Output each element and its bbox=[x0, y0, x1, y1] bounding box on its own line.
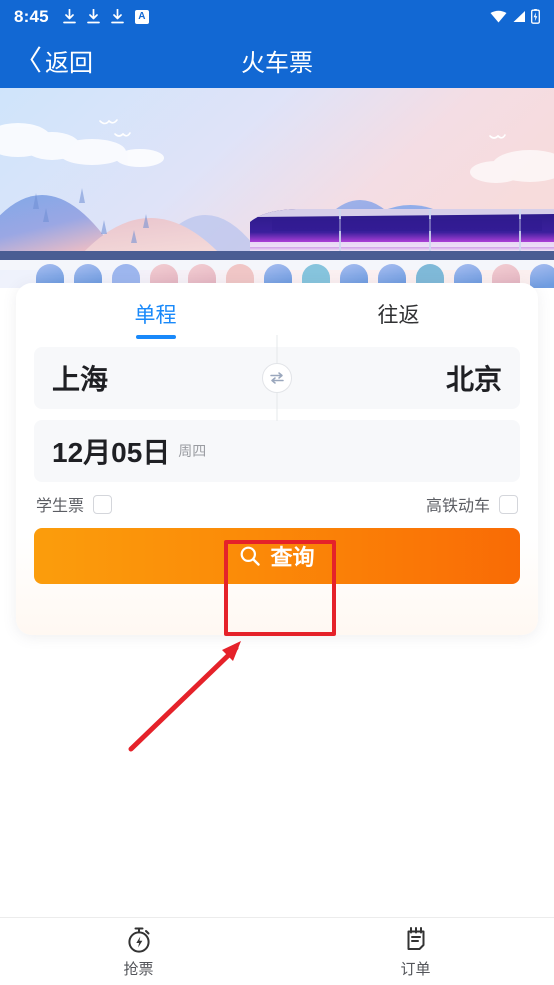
swap-horizontal-icon bbox=[270, 372, 284, 384]
a-badge-icon: A bbox=[134, 9, 149, 24]
download-icon bbox=[62, 9, 76, 24]
train-ticket-screen: 8:45 A 〈 返回 火车票 单程 往返 上海 北京 12月05日 周四 学生… bbox=[0, 0, 554, 985]
search-button-label: 查询 bbox=[270, 545, 315, 570]
clipboard-icon bbox=[407, 926, 424, 950]
search-button[interactable]: 查询 bbox=[34, 528, 520, 584]
bottom-nav-item-orders[interactable]: 订单 bbox=[277, 925, 554, 979]
back-button[interactable]: 〈 返回 bbox=[14, 43, 93, 78]
departure-weekday: 周四 bbox=[178, 443, 207, 459]
student-ticket-checkbox[interactable] bbox=[93, 494, 113, 514]
bottom-navigation: 抢票 订单 bbox=[0, 917, 554, 985]
bottom-nav-label-grab-ticket: 抢票 bbox=[123, 960, 154, 978]
tab-round-trip[interactable]: 往返 bbox=[277, 283, 520, 345]
tab-round-trip-label: 往返 bbox=[377, 304, 420, 327]
hero-illustration bbox=[0, 88, 554, 288]
swap-cities-button[interactable] bbox=[262, 363, 292, 393]
tab-one-way-label: 单程 bbox=[134, 304, 177, 327]
departure-date: 12月05日 bbox=[52, 437, 171, 468]
date-picker-row[interactable]: 12月05日 周四 bbox=[34, 420, 520, 482]
wifi-icon bbox=[490, 10, 507, 23]
download-icon bbox=[110, 9, 124, 24]
bottom-nav-item-grab-ticket[interactable]: 抢票 bbox=[0, 925, 277, 979]
departure-city[interactable]: 上海 bbox=[52, 358, 108, 398]
stopwatch-bolt-icon bbox=[127, 927, 150, 953]
ticket-options-row: 学生票 高铁动车 bbox=[34, 482, 520, 526]
search-icon bbox=[241, 546, 261, 566]
arrival-city[interactable]: 北京 bbox=[446, 358, 502, 398]
chevron-left-icon: 〈 bbox=[14, 44, 43, 76]
cellular-signal-icon bbox=[513, 11, 525, 22]
status-left-icons: A bbox=[62, 9, 149, 24]
status-bar: 8:45 A bbox=[0, 0, 554, 33]
high-speed-train-icon bbox=[250, 209, 554, 251]
hero-banner bbox=[0, 88, 554, 288]
nav-bar: 〈 返回 火车票 bbox=[0, 33, 554, 88]
download-icon bbox=[86, 9, 100, 24]
tab-one-way[interactable]: 单程 bbox=[34, 283, 277, 345]
route-row: 上海 北京 bbox=[34, 335, 520, 421]
student-ticket-label: 学生票 bbox=[36, 498, 85, 515]
back-button-label: 返回 bbox=[45, 50, 94, 77]
battery-charging-icon bbox=[531, 9, 540, 24]
status-time: 8:45 bbox=[14, 6, 49, 26]
high-speed-rail-option[interactable]: 高铁动车 bbox=[426, 492, 518, 516]
student-ticket-option[interactable]: 学生票 bbox=[36, 492, 113, 516]
ticket-search-card: 单程 往返 上海 北京 12月05日 周四 学生票 高铁动车 查询 bbox=[16, 283, 538, 635]
high-speed-rail-checkbox[interactable] bbox=[499, 494, 518, 514]
status-right-icons bbox=[490, 9, 540, 24]
high-speed-rail-label: 高铁动车 bbox=[425, 498, 490, 515]
bottom-nav-label-orders: 订单 bbox=[400, 960, 431, 978]
